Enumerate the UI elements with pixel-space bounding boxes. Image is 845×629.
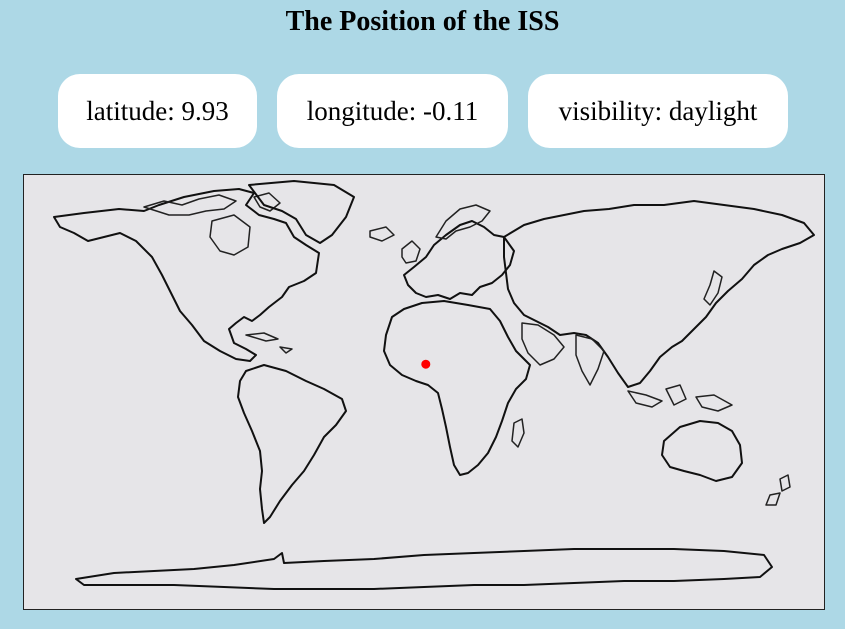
india-outline	[575, 334, 605, 386]
new-zealand-outline	[765, 474, 791, 506]
caribbean-outline	[245, 332, 293, 354]
arabia-outline	[521, 322, 565, 366]
iss-position-marker	[421, 359, 431, 369]
australia-outline	[661, 420, 743, 482]
page-title: The Position of the ISS	[285, 6, 560, 37]
visibility-card: visibility: daylight	[528, 74, 788, 148]
world-map	[23, 174, 825, 610]
longitude-card: longitude: -0.11	[277, 74, 508, 148]
scandinavia-outline	[435, 204, 491, 240]
indonesia-outline	[627, 384, 733, 412]
antarctica-outline	[75, 548, 773, 590]
africa-outline	[383, 300, 531, 476]
europe-outline	[403, 220, 515, 300]
iceland-outline	[369, 226, 395, 242]
madagascar-outline	[511, 418, 525, 448]
latitude-card: latitude: 9.93	[58, 74, 257, 148]
british-isles-outline	[401, 240, 421, 264]
world-map-drawing	[53, 180, 815, 590]
hudson-bay-outline	[209, 214, 251, 256]
south-america-outline	[237, 364, 347, 524]
asia-outline	[503, 200, 815, 388]
iss-stats-row: latitude: 9.93 longitude: -0.11 visibili…	[0, 74, 845, 148]
greenland-outline	[248, 180, 355, 244]
